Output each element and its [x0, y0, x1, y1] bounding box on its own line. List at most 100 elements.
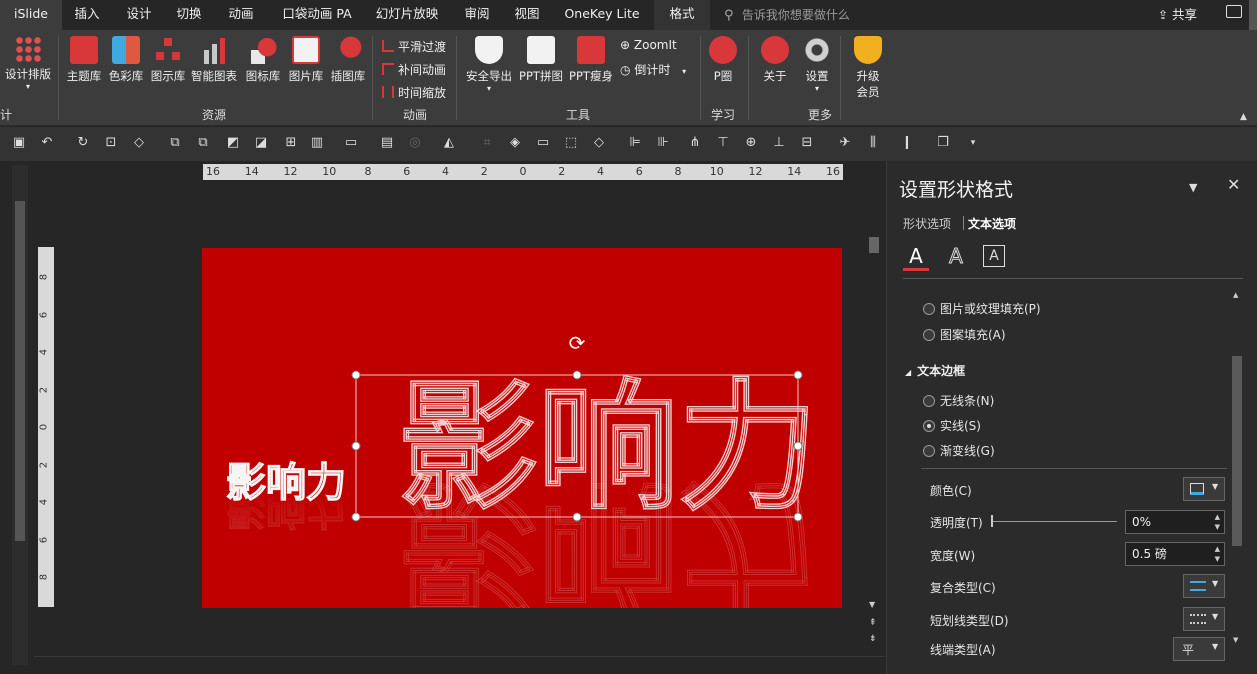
fill-option-picture[interactable]: 图片或纹理填充(P)	[923, 301, 1041, 317]
radio-button[interactable]	[923, 303, 935, 315]
bar-icon[interactable]: ⫼	[866, 136, 880, 150]
distribute-icon[interactable]: ⋔	[688, 136, 702, 150]
tab-slideshow[interactable]: 幻灯片放映	[372, 0, 442, 30]
slide-canvas[interactable]: 影响力 影响力 影响力 影响力 ⟳	[202, 248, 842, 608]
align-center-icon[interactable]: ⊟	[800, 136, 814, 150]
spin-down-icon[interactable]: ▼	[1215, 555, 1220, 563]
spin-down-icon[interactable]: ▼	[1215, 523, 1220, 531]
align-left-icon[interactable]: ⊫	[628, 136, 642, 150]
icon-library-button[interactable]: 图标库	[242, 36, 284, 84]
text-box-icon[interactable]: ⊡	[104, 136, 118, 150]
tween-animation-button[interactable]: 补间动画	[382, 61, 446, 78]
select-icon[interactable]: ⬚	[564, 136, 578, 150]
undo-icon[interactable]: ↶	[40, 136, 54, 150]
theme-library-button[interactable]: 主题库	[64, 36, 104, 84]
text-fill-outline-icon[interactable]: A	[903, 243, 929, 271]
align-bottom-icon[interactable]: ⊥	[772, 136, 786, 150]
edit-shape-icon[interactable]: ◇	[592, 136, 606, 150]
layout-icon[interactable]: ▥	[310, 136, 324, 150]
tab-animations[interactable]: 动画	[220, 0, 262, 30]
scroll-down-icon[interactable]: ▼	[1233, 636, 1238, 644]
tab-text-options[interactable]: 文本选项	[968, 217, 1016, 231]
border-option-none[interactable]: 无线条(N)	[923, 393, 994, 409]
upgrade-member-button[interactable]: 升级 会员	[848, 36, 888, 100]
close-icon[interactable]: ✕	[1227, 175, 1240, 194]
color-library-button[interactable]: 色彩库	[106, 36, 146, 84]
slides-pane-scrollbar[interactable]	[12, 165, 28, 665]
border-option-solid[interactable]: 实线(S)	[923, 418, 981, 434]
diagram-library-button[interactable]: 图示库	[148, 36, 188, 84]
flip-icon[interactable]: ◭	[442, 136, 456, 150]
scroll-down-icon[interactable]: ▼	[869, 600, 875, 609]
fill-option-pattern[interactable]: 图案填充(A)	[923, 327, 1006, 343]
cap-type-dropdown[interactable]: 平 ▼	[1173, 637, 1225, 661]
design-layout-button[interactable]: 设计排版 ▾	[2, 36, 54, 91]
comment-icon[interactable]	[1226, 5, 1242, 18]
next-slide-icon[interactable]: ⇟	[869, 634, 877, 644]
spin-up-icon[interactable]: ▲	[1215, 545, 1220, 553]
pane-options-chevron-icon[interactable]: ▼	[1189, 181, 1197, 194]
picture-icon[interactable]: ▤	[380, 136, 394, 150]
tab-design[interactable]: 设计	[118, 0, 160, 30]
scroll-thumb[interactable]	[869, 237, 879, 253]
time-scale-button[interactable]: 时间缩放	[382, 84, 446, 101]
radio-button[interactable]	[923, 329, 935, 341]
radio-button-selected[interactable]	[923, 420, 935, 432]
caption-icon[interactable]: ▭	[536, 136, 550, 150]
rotate-icon[interactable]: ✈	[838, 136, 852, 150]
countdown-button[interactable]: ◷ 倒计时 ▾	[620, 61, 686, 78]
smart-chart-button[interactable]: 智能图表	[190, 36, 238, 84]
slide-horizontal-scrollbar[interactable]	[34, 656, 884, 668]
tell-me-search[interactable]: ⚲ 告诉我你想要做什么	[724, 6, 850, 24]
scroll-up-icon[interactable]: ▲	[1233, 291, 1238, 299]
tab-view[interactable]: 视图	[506, 0, 548, 30]
tab-review[interactable]: 审阅	[456, 0, 498, 30]
color-picker-button[interactable]: ▼	[1183, 477, 1225, 501]
settings-button[interactable]: 设置 ▾	[798, 36, 836, 93]
slide-vertical-scrollbar[interactable]: ▼ ⇞ ⇟	[866, 220, 882, 660]
share-button[interactable]: ⇪ 共享	[1158, 4, 1197, 23]
tab-onekey[interactable]: OneKey Lite	[560, 0, 644, 30]
dash-type-dropdown[interactable]: ▼	[1183, 607, 1225, 631]
align-middle-icon[interactable]: ⊕	[744, 136, 758, 150]
tab-pocket-animation[interactable]: 口袋动画 PA	[280, 0, 354, 30]
ppt-slim-button[interactable]: PPT瘦身	[568, 36, 614, 84]
pane-scrollbar[interactable]: ▲ ▼	[1231, 291, 1243, 651]
align-icon[interactable]: ▭	[344, 136, 358, 150]
rotate-handle-icon[interactable]: ⟳	[569, 331, 586, 355]
image-library-button[interactable]: 图片库	[286, 36, 326, 84]
zoomit-button[interactable]: ⊕ ZoomIt	[620, 38, 677, 52]
secure-export-button[interactable]: 安全导出 ▾	[462, 36, 516, 93]
p-circle-button[interactable]: P圈	[706, 36, 740, 84]
ungroup-icon[interactable]: ⊞	[284, 136, 298, 150]
tab-format[interactable]: 格式	[654, 0, 710, 30]
about-button[interactable]: 关于	[756, 36, 794, 84]
customize-toolbar-icon[interactable]: ▾	[966, 136, 980, 150]
border-option-gradient[interactable]: 渐变线(G)	[923, 443, 995, 459]
previous-slide-icon[interactable]: ⇞	[869, 618, 877, 628]
scroll-thumb[interactable]	[15, 201, 25, 541]
redo-icon[interactable]: ↻	[76, 136, 90, 150]
ppt-puzzle-button[interactable]: PPT拼图	[518, 36, 564, 84]
radio-button[interactable]	[923, 395, 935, 407]
tab-insert[interactable]: 插入	[66, 0, 108, 30]
text-effects-icon[interactable]: A	[943, 243, 969, 271]
tab-shape-options[interactable]: 形状选项	[903, 217, 951, 231]
radio-button[interactable]	[923, 445, 935, 457]
width-input[interactable]: 0.5 磅 ▲ ▼	[1125, 542, 1225, 566]
tab-transitions[interactable]: 切换	[168, 0, 210, 30]
target-icon[interactable]: ◈	[508, 136, 522, 150]
group-icon[interactable]: ◪	[254, 136, 268, 150]
spin-up-icon[interactable]: ▲	[1215, 513, 1220, 521]
save-icon[interactable]: ▣	[12, 136, 26, 150]
tab-islide[interactable]: iSlide	[0, 0, 62, 30]
illustration-library-button[interactable]: 插图库	[328, 36, 368, 84]
bring-forward-icon[interactable]: ⧉	[168, 136, 182, 150]
scroll-thumb[interactable]	[1232, 356, 1242, 546]
text-box-icon[interactable]: A	[983, 245, 1005, 267]
collapse-ribbon-icon[interactable]: ▲	[1240, 112, 1247, 122]
shape-icon[interactable]: ◇	[132, 136, 146, 150]
compound-type-dropdown[interactable]: ▼	[1183, 574, 1225, 598]
transparency-slider-track[interactable]	[991, 521, 1117, 522]
transparency-input[interactable]: 0% ▲ ▼	[1125, 510, 1225, 534]
